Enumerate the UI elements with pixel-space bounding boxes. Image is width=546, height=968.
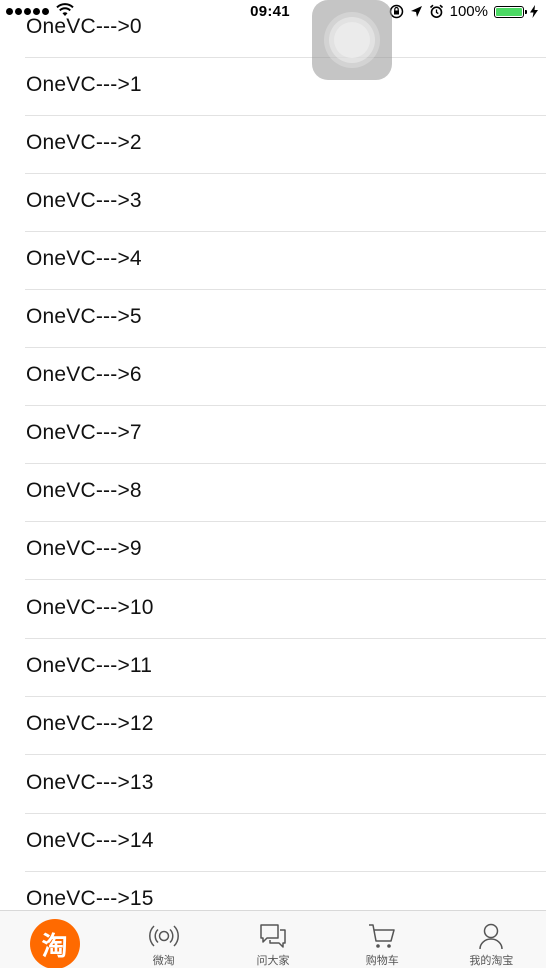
battery-percent: 100% bbox=[449, 3, 488, 20]
list-item[interactable]: OneVC--->7 bbox=[0, 406, 546, 464]
separator bbox=[25, 579, 546, 580]
broadcast-icon bbox=[148, 925, 179, 947]
list-item-label: OneVC--->13 bbox=[26, 771, 154, 794]
tab-label: 微淘 bbox=[152, 954, 175, 967]
list-item-label: OneVC--->3 bbox=[26, 189, 142, 212]
tab-home[interactable]: 淘 bbox=[0, 911, 109, 968]
assistive-touch-button[interactable] bbox=[312, 0, 392, 80]
tab-bar: 淘 微淘 问大家 购物车 我的淘宝 bbox=[0, 910, 546, 968]
battery-level bbox=[496, 7, 522, 16]
list-item-label: OneVC--->2 bbox=[26, 131, 142, 154]
battery-icon bbox=[494, 5, 527, 18]
home-badge-text: 淘 bbox=[41, 931, 68, 962]
list-item[interactable]: OneVC--->4 bbox=[0, 232, 546, 290]
list-item-label: OneVC--->1 bbox=[26, 73, 142, 96]
list-item[interactable]: OneVC--->6 bbox=[0, 348, 546, 406]
alarm-icon bbox=[429, 4, 443, 18]
list-item[interactable]: OneVC--->2 bbox=[0, 116, 546, 174]
list-item[interactable]: OneVC--->1 bbox=[0, 58, 546, 116]
separator bbox=[25, 754, 546, 755]
taobao-home-icon[interactable]: 淘 bbox=[29, 919, 80, 968]
tab-ask[interactable]: 问大家 bbox=[218, 911, 327, 968]
charging-bolt-icon bbox=[530, 5, 538, 18]
list-item-label: OneVC--->6 bbox=[26, 363, 142, 386]
list-item[interactable]: OneVC--->13 bbox=[0, 756, 546, 814]
tab-label: 问大家 bbox=[256, 954, 290, 967]
list-item-label: OneVC--->11 bbox=[26, 654, 153, 677]
list-item-label: OneVC--->12 bbox=[26, 712, 154, 735]
person-icon bbox=[479, 923, 504, 950]
list-item[interactable]: OneVC--->9 bbox=[0, 522, 546, 580]
list-item[interactable]: OneVC--->11 bbox=[0, 639, 546, 697]
list-item-label: OneVC--->4 bbox=[26, 247, 142, 270]
list-item-label: OneVC--->15 bbox=[26, 887, 154, 910]
shopping-cart-icon bbox=[369, 924, 395, 948]
tab-label: 我的淘宝 bbox=[469, 954, 514, 967]
location-arrow-icon bbox=[410, 6, 422, 17]
table-view[interactable]: OneVC--->0 OneVC--->1 OneVC--->2 OneVC--… bbox=[0, 0, 546, 910]
tab-weitao[interactable]: 微淘 bbox=[109, 911, 218, 968]
list-item-label: OneVC--->5 bbox=[26, 305, 142, 328]
list-item[interactable]: OneVC--->14 bbox=[0, 814, 546, 872]
list-item[interactable]: OneVC--->12 bbox=[0, 697, 546, 755]
tab-my-taobao[interactable]: 我的淘宝 bbox=[437, 911, 546, 968]
list-item[interactable]: OneVC--->10 bbox=[0, 581, 546, 639]
chat-bubbles-icon bbox=[260, 924, 286, 948]
status-time: 09:41 bbox=[250, 3, 290, 20]
list-item[interactable]: OneVC--->5 bbox=[0, 290, 546, 348]
list-item[interactable]: OneVC--->8 bbox=[0, 464, 546, 522]
list-item-label: OneVC--->8 bbox=[26, 479, 142, 502]
tab-label: 购物车 bbox=[365, 954, 399, 967]
list-item-label: OneVC--->14 bbox=[26, 829, 154, 852]
list-item-label: OneVC--->10 bbox=[26, 596, 154, 619]
screen: OneVC--->0 OneVC--->1 OneVC--->2 OneVC--… bbox=[0, 0, 546, 968]
list-item[interactable]: OneVC--->15 bbox=[0, 872, 546, 910]
tab-cart[interactable]: 购物车 bbox=[328, 911, 437, 968]
list-item-label: OneVC--->7 bbox=[26, 421, 142, 444]
list-item-label: OneVC--->9 bbox=[26, 537, 142, 560]
status-bar: 09:41 100% bbox=[0, 0, 546, 24]
list-item[interactable]: OneVC--->3 bbox=[0, 174, 546, 232]
